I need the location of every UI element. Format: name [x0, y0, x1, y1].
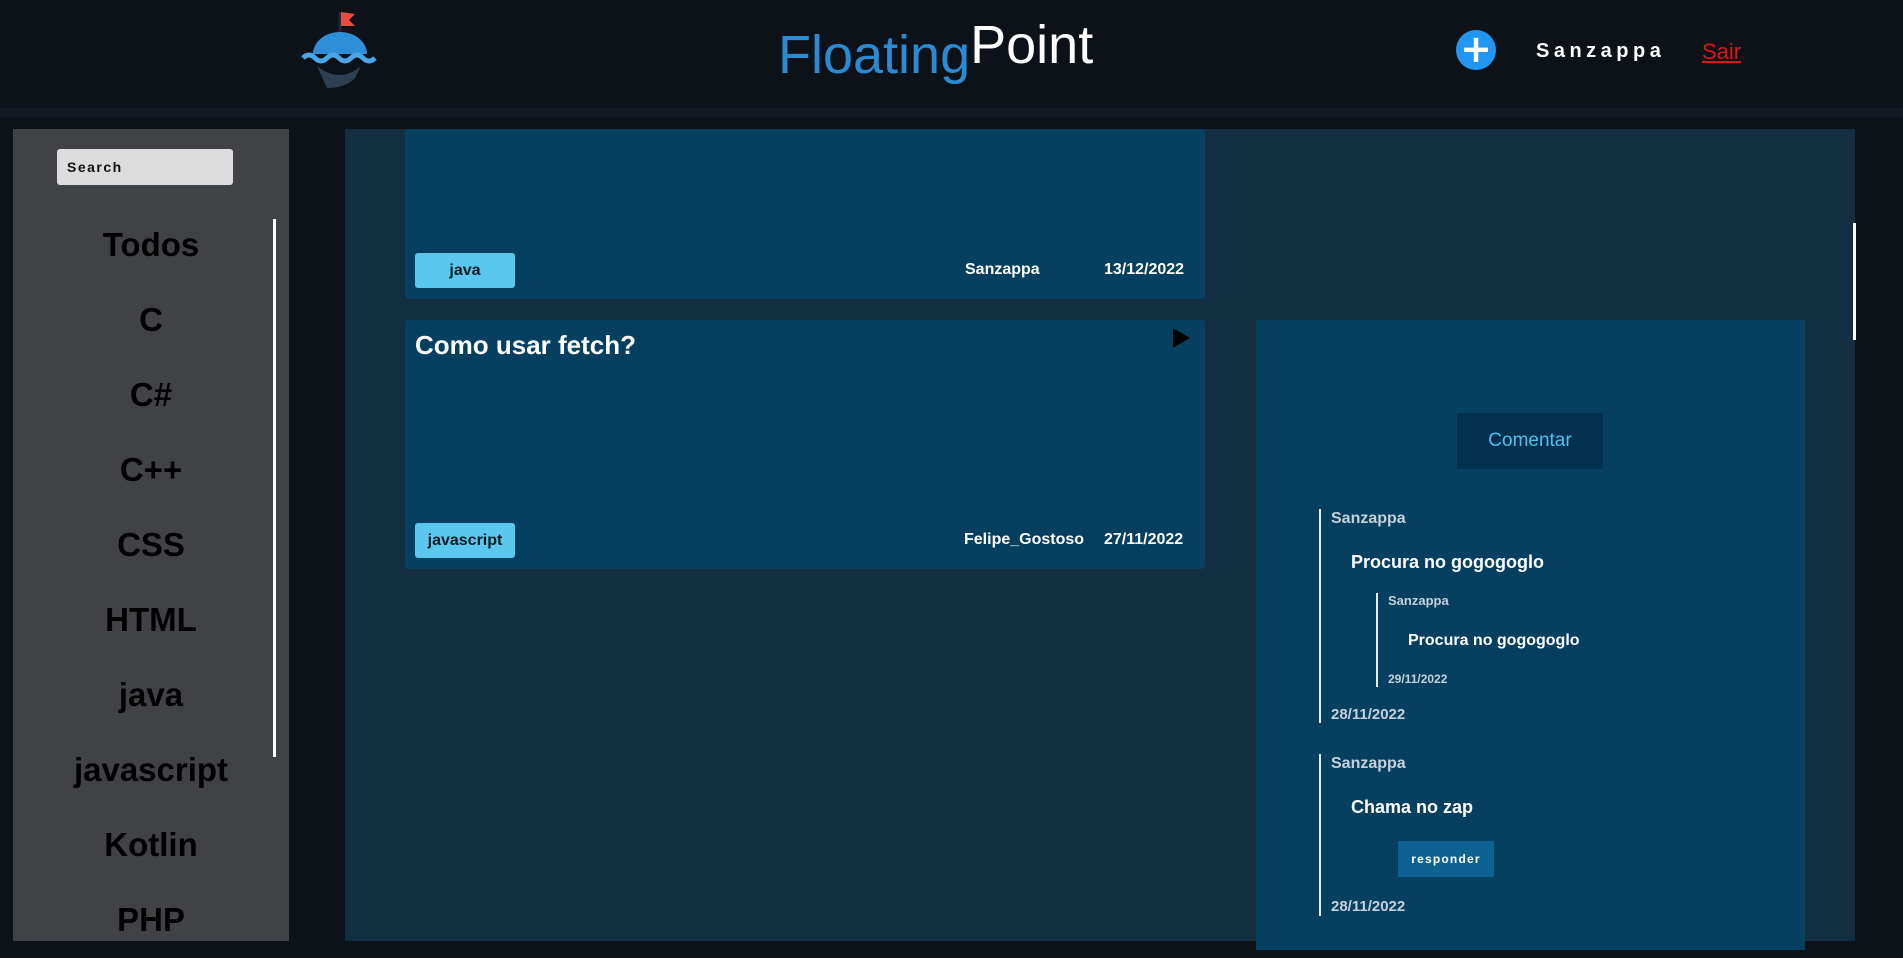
- search-input[interactable]: [57, 149, 233, 185]
- comment-thread: [1319, 509, 1321, 723]
- category-item-javascript[interactable]: javascript: [13, 744, 289, 819]
- category-list: Todos C C# C++ CSS HTML java javascript …: [13, 219, 289, 941]
- comments-panel: Comentar Sanzappa Procura no gogogoglo S…: [1256, 320, 1805, 950]
- add-post-button[interactable]: +: [1456, 30, 1496, 70]
- comment-author: Sanzappa: [1331, 510, 1406, 527]
- category-item-php[interactable]: PHP: [13, 894, 289, 941]
- category-sidebar: Todos C C# C++ CSS HTML java javascript …: [13, 129, 289, 941]
- category-item-todos[interactable]: Todos: [13, 219, 289, 294]
- comment-author: Sanzappa: [1331, 755, 1406, 772]
- post-date: 13/12/2022: [1104, 261, 1185, 278]
- play-icon[interactable]: [1173, 328, 1190, 348]
- category-item-csharp[interactable]: C#: [13, 369, 289, 444]
- category-item-css[interactable]: CSS: [13, 519, 289, 594]
- reply-thread: [1376, 593, 1378, 687]
- comment-thread: [1319, 754, 1321, 916]
- category-item-java[interactable]: java: [13, 669, 289, 744]
- reply-button[interactable]: responder: [1398, 841, 1494, 877]
- category-item-html[interactable]: HTML: [13, 594, 289, 669]
- logo-icon[interactable]: [295, 6, 385, 96]
- reply-date: 29/11/2022: [1388, 672, 1448, 686]
- reply-author: Sanzappa: [1388, 593, 1449, 608]
- post-tag[interactable]: javascript: [415, 523, 515, 558]
- posts-scrollbar[interactable]: [1853, 223, 1856, 340]
- category-item-kotlin[interactable]: Kotlin: [13, 819, 289, 894]
- comment-button[interactable]: Comentar: [1457, 413, 1603, 469]
- comment-text: Procura no gogogoglo: [1351, 552, 1544, 572]
- post-title: Como usar fetch?: [415, 330, 637, 360]
- plus-circle-icon: +: [1460, 27, 1492, 71]
- brand-title[interactable]: FloatingPoint: [778, 14, 1094, 85]
- comment-date: 28/11/2022: [1331, 706, 1406, 723]
- reply-text: Procura no gogogoglo: [1408, 632, 1580, 649]
- header-divider: [0, 108, 1903, 118]
- post-author: Sanzappa: [965, 261, 1040, 278]
- post-author: Felipe_Gostoso: [964, 531, 1085, 548]
- logout-link[interactable]: Sair: [1702, 39, 1741, 65]
- post-tag[interactable]: java: [415, 253, 515, 288]
- post-date: 27/11/2022: [1104, 531, 1184, 548]
- brand-title-part2: Point: [970, 15, 1094, 75]
- category-item-cpp[interactable]: C++: [13, 444, 289, 519]
- post-card[interactable]: Como usar fetch? javascript Felipe_Gosto…: [405, 320, 1205, 569]
- category-item-c[interactable]: C: [13, 294, 289, 369]
- username: Sanzappa: [1536, 40, 1666, 62]
- brand-title-part1: Floating: [778, 25, 971, 85]
- comment-text: Chama no zap: [1351, 797, 1474, 817]
- post-card[interactable]: java Sanzappa 13/12/2022: [405, 129, 1205, 299]
- comment-date: 28/11/2022: [1331, 898, 1406, 915]
